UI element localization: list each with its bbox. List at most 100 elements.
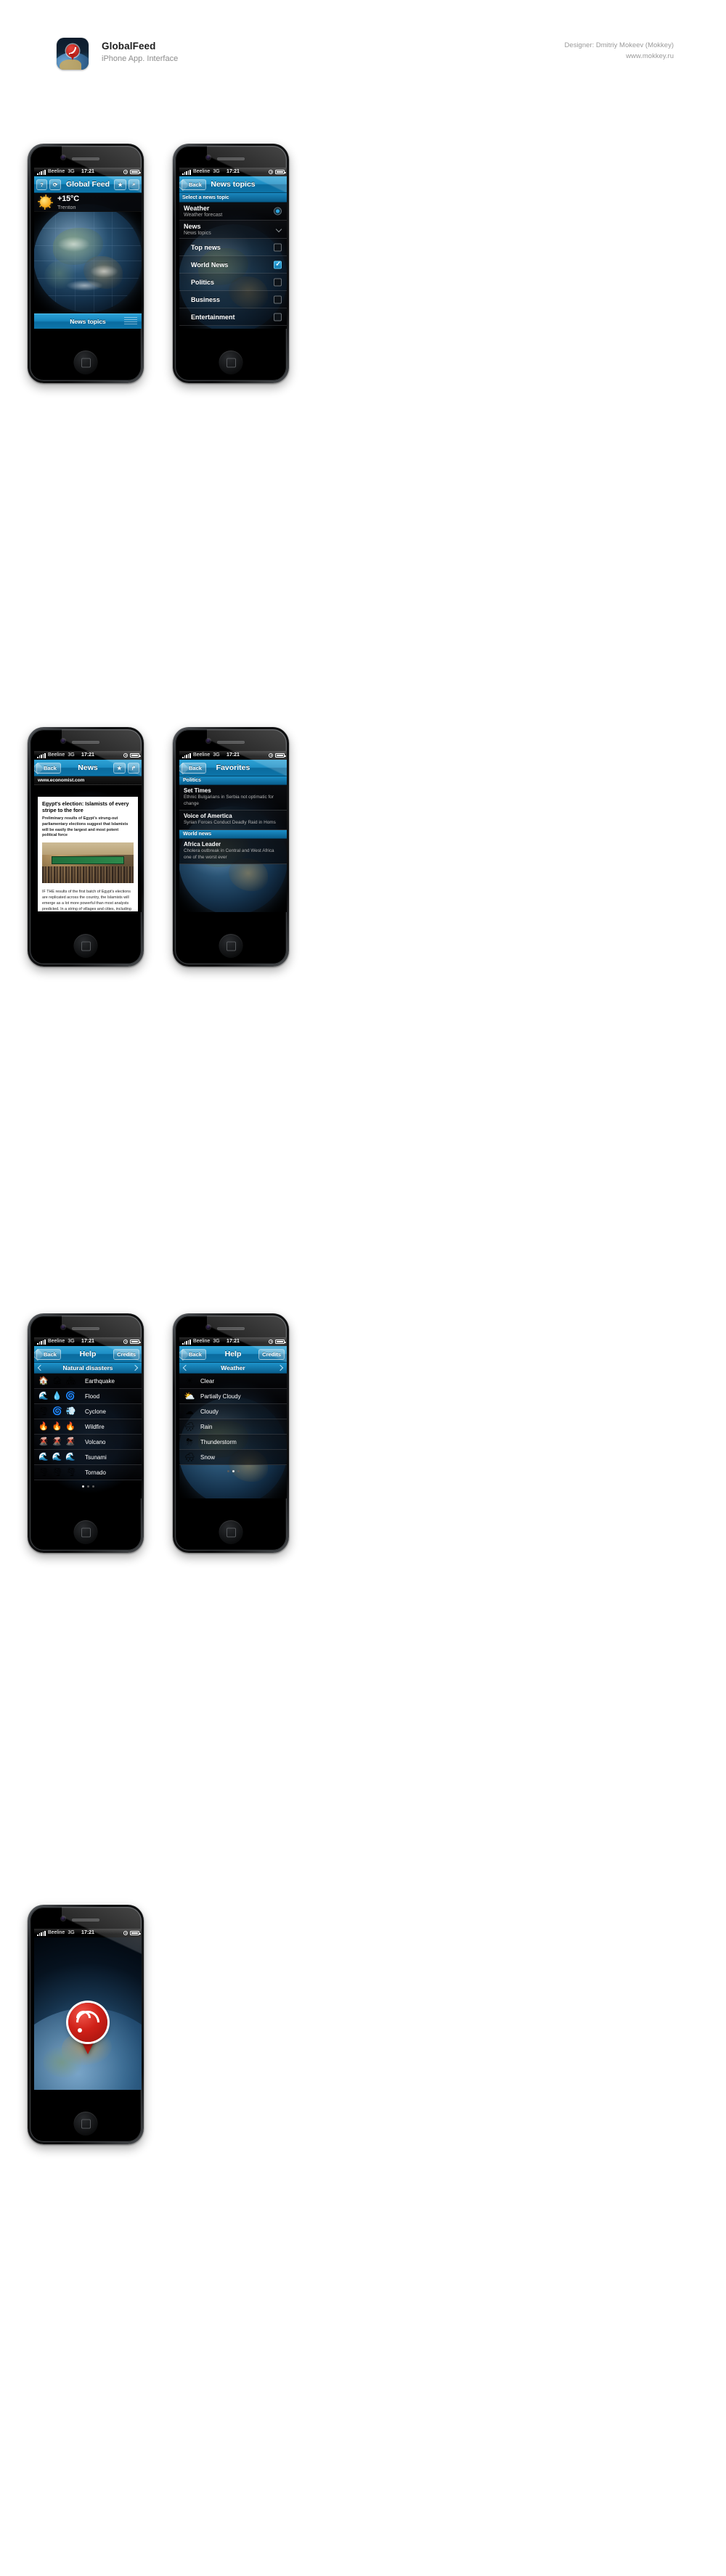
weather-label: Snow [200, 1453, 216, 1461]
article-page: Egypt's election: Islamists of every str… [38, 797, 138, 911]
thunderstorm-icon: ⛈ [186, 1436, 193, 1447]
topic-title: News [184, 223, 201, 230]
help-button[interactable]: ? [36, 179, 47, 190]
screen-home: Beeline 3G 17:21 ? ⟳ Global Feed ★ ⌕ +15… [34, 168, 142, 329]
radio-button[interactable] [274, 207, 282, 216]
globe-cloud-3 [66, 279, 103, 291]
checkbox[interactable] [274, 278, 282, 286]
home-button[interactable] [219, 350, 243, 374]
checkbox[interactable] [274, 261, 282, 268]
signal-icon [182, 169, 191, 175]
checkbox[interactable] [274, 243, 282, 251]
credits-button[interactable]: Credits [113, 1348, 139, 1360]
carrier-label: Beeline [47, 1930, 65, 1935]
page-dots[interactable] [179, 1465, 287, 1472]
favorites-button[interactable]: ★ [113, 762, 126, 774]
back-button[interactable]: Back [182, 762, 206, 774]
list-item: 🔥 🔥 🔥 Wildfire [34, 1419, 142, 1435]
home-button[interactable] [73, 350, 98, 374]
list-item: ⛈ Thunderstorm [179, 1435, 287, 1450]
home-button[interactable] [73, 1520, 98, 1544]
alarm-icon [123, 753, 128, 758]
weather-label: Thunderstorm [200, 1438, 237, 1445]
list-item[interactable]: Business [179, 291, 287, 308]
battery-icon [275, 169, 286, 175]
earpiece [72, 157, 99, 160]
back-button[interactable]: Back [182, 179, 206, 190]
network-label: 3G [68, 1930, 75, 1935]
battery-icon [275, 752, 286, 758]
status-bar: Beeline 3G 17:21 [34, 1929, 142, 1937]
list-item[interactable]: World News [179, 256, 287, 274]
topic-subtitle: News topics [184, 231, 211, 236]
list-item[interactable]: Entertainment [179, 308, 287, 326]
url-bar[interactable]: www.economist.com [34, 776, 142, 785]
list-item[interactable]: Voice of Amertica Syrian Forces Conduct … [179, 811, 287, 830]
home-button[interactable] [73, 2112, 98, 2136]
help-pager-header: Natural disasters [34, 1363, 142, 1374]
disaster-label: Wildfire [85, 1423, 105, 1430]
clock-label: 17:21 [227, 1339, 240, 1344]
list-item[interactable]: Weather Weather forecast [179, 202, 287, 221]
pin-head [68, 2003, 107, 2043]
favorites-body: Politics Set Times Ethnic Bulgarians in … [179, 776, 287, 912]
cyclone-icon: 🌪 🌀 💨 [38, 1406, 76, 1416]
battery-icon [130, 169, 141, 175]
favorite-source: Africa Leader [184, 840, 221, 848]
list-item[interactable]: News News topics [179, 221, 287, 239]
list-item: 🌪 🌪 🌪 Tornado [34, 1465, 142, 1480]
tsunami-icon: 🌊 🌊 🌊 [38, 1452, 76, 1461]
chevron-left-icon[interactable] [182, 1364, 189, 1371]
refresh-button[interactable]: ⟳ [49, 179, 62, 190]
network-label: 3G [68, 169, 75, 174]
favorites-button[interactable]: ★ [114, 179, 126, 190]
carrier-label: Beeline [47, 752, 65, 758]
home-button[interactable] [219, 934, 243, 958]
credits-button[interactable]: Credits [258, 1348, 285, 1360]
rain-icon: 🌧 [184, 1422, 195, 1432]
news-topics-button[interactable]: News topics [34, 313, 142, 329]
page-dots[interactable] [34, 1480, 142, 1488]
flood-icon: 🌊 💧 🌀 [38, 1391, 76, 1400]
search-button[interactable]: ⌕ [129, 179, 139, 190]
list-item[interactable]: Africa Leader Cholera outbreak in Centra… [179, 838, 287, 865]
chevron-left-icon[interactable] [37, 1364, 44, 1371]
nav-bar-topics: Back News topics [179, 176, 287, 193]
share-button[interactable]: ↱ [127, 762, 139, 774]
checkbox[interactable] [274, 313, 282, 321]
clock-label: 17:21 [227, 752, 240, 758]
phone-help-weather: Beeline 3G 17:21 Back Help Credits Weath… [173, 1313, 289, 1553]
earpiece [217, 1327, 245, 1330]
network-label: 3G [213, 752, 220, 758]
earthquake-icon: 🏠 🏚 🏘 [38, 1376, 76, 1385]
screen-favorites: Beeline 3G 17:21 Back Favorites Politics… [179, 751, 287, 912]
back-button[interactable]: Back [36, 762, 61, 774]
topic-title: Business [191, 295, 221, 303]
nav-title: Help [224, 1350, 242, 1358]
drag-handle[interactable] [124, 317, 137, 326]
signal-icon [182, 752, 191, 758]
article-image [42, 842, 134, 884]
article-image-crowd [42, 866, 134, 884]
chevron-right-icon[interactable] [131, 1364, 139, 1371]
signal-icon [37, 1930, 46, 1936]
network-label: 3G [213, 1339, 220, 1344]
list-item[interactable]: Set Times Ethnic Bulgarians in Serbia no… [179, 785, 287, 811]
list-item: 🏠 🏚 🏘 Earthquake [34, 1374, 142, 1389]
weather-widget[interactable]: +15°C Trenton [34, 193, 142, 212]
home-button[interactable] [73, 934, 98, 958]
home-button[interactable] [219, 1520, 243, 1544]
list-item[interactable]: Politics [179, 274, 287, 291]
designer-website[interactable]: www.mokkey.ru [626, 52, 674, 60]
favorite-source: Set Times [184, 787, 211, 794]
back-button[interactable]: Back [182, 1348, 206, 1360]
screen-help-disasters: Beeline 3G 17:21 Back Help Credits Natur… [34, 1337, 142, 1498]
checkbox[interactable] [274, 295, 282, 303]
nav-bar-help: Back Help Credits [179, 1346, 287, 1363]
chevron-right-icon[interactable] [277, 1364, 284, 1371]
list-item[interactable]: Top news [179, 239, 287, 256]
back-button[interactable]: Back [36, 1348, 61, 1360]
snow-icon: 🌨 [184, 1452, 195, 1462]
disaster-label: Volcano [85, 1438, 106, 1445]
topic-title: Politics [191, 278, 215, 286]
